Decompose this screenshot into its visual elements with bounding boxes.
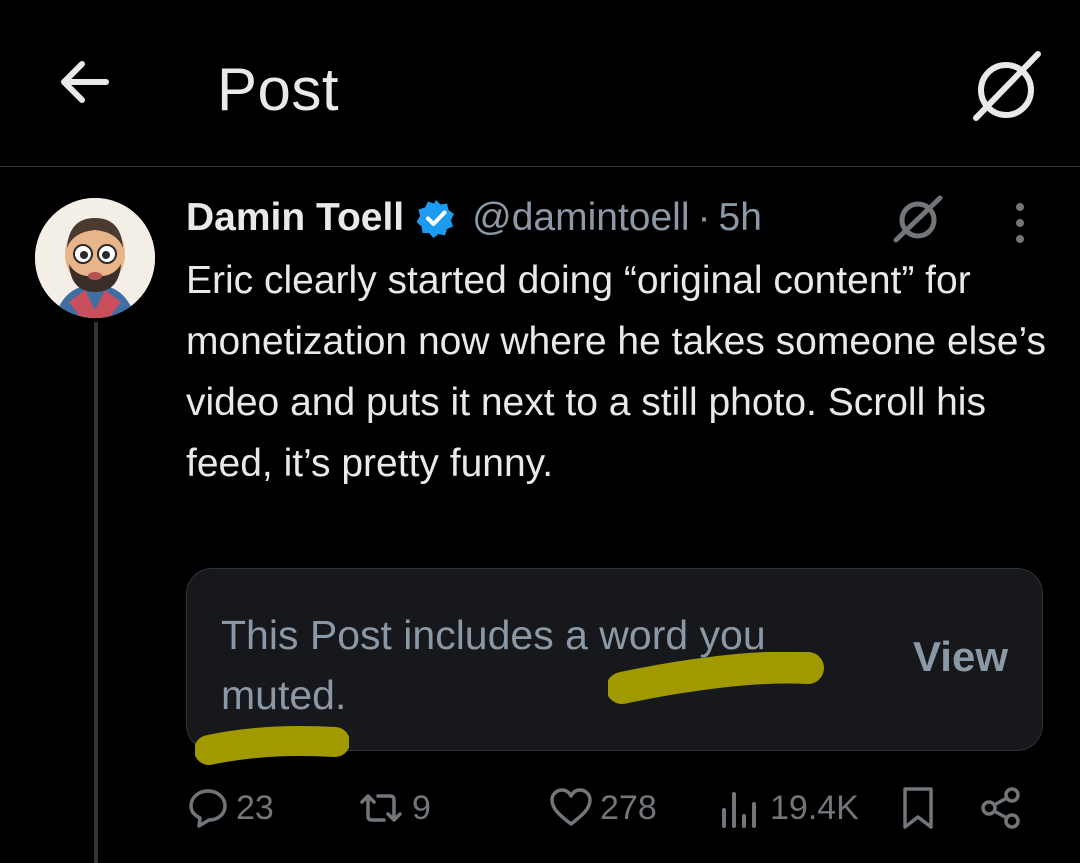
views-button[interactable]: 19.4K [718,780,859,836]
post-header: Damin Toell @damintoell · 5h [186,190,762,246]
reply-count: 23 [236,788,274,827]
grok-icon[interactable] [890,194,946,244]
arrow-left-icon[interactable] [54,52,114,112]
view-count: 19.4K [770,788,859,827]
author-name[interactable]: Damin Toell [186,196,404,240]
heart-icon [550,788,592,826]
reply-button[interactable]: 23 [186,780,274,836]
share-icon [981,787,1020,829]
highlight-mark [608,652,824,704]
share-button[interactable] [978,780,1024,836]
meta-separator: · [697,196,711,239]
bookmark-icon [903,787,933,829]
like-button[interactable]: 278 [548,780,657,836]
more-options-icon[interactable] [1004,200,1036,246]
top-bar: Post [0,0,1080,166]
post-text: Eric clearly started doing “original con… [186,259,1046,485]
header-divider [0,166,1080,167]
verified-badge-icon [416,200,455,238]
views-icon [722,792,756,828]
highlight-mark [195,726,349,765]
view-button[interactable]: View [913,633,1008,681]
avatar[interactable] [35,198,155,318]
grok-icon[interactable] [966,48,1046,128]
repost-button[interactable]: 9 [356,780,431,836]
avatar-illustration [35,198,155,318]
action-bar: 23 9 278 19.4K [186,780,1046,836]
repost-count: 9 [412,788,431,827]
repost-icon [360,794,402,822]
page-title: Post [217,56,340,123]
post-time[interactable]: 5h [719,196,762,240]
bookmark-button[interactable] [900,780,936,836]
thread-line [94,322,98,863]
like-count: 278 [600,788,657,827]
author-handle[interactable]: @damintoell [472,196,689,240]
reply-icon [189,789,227,828]
